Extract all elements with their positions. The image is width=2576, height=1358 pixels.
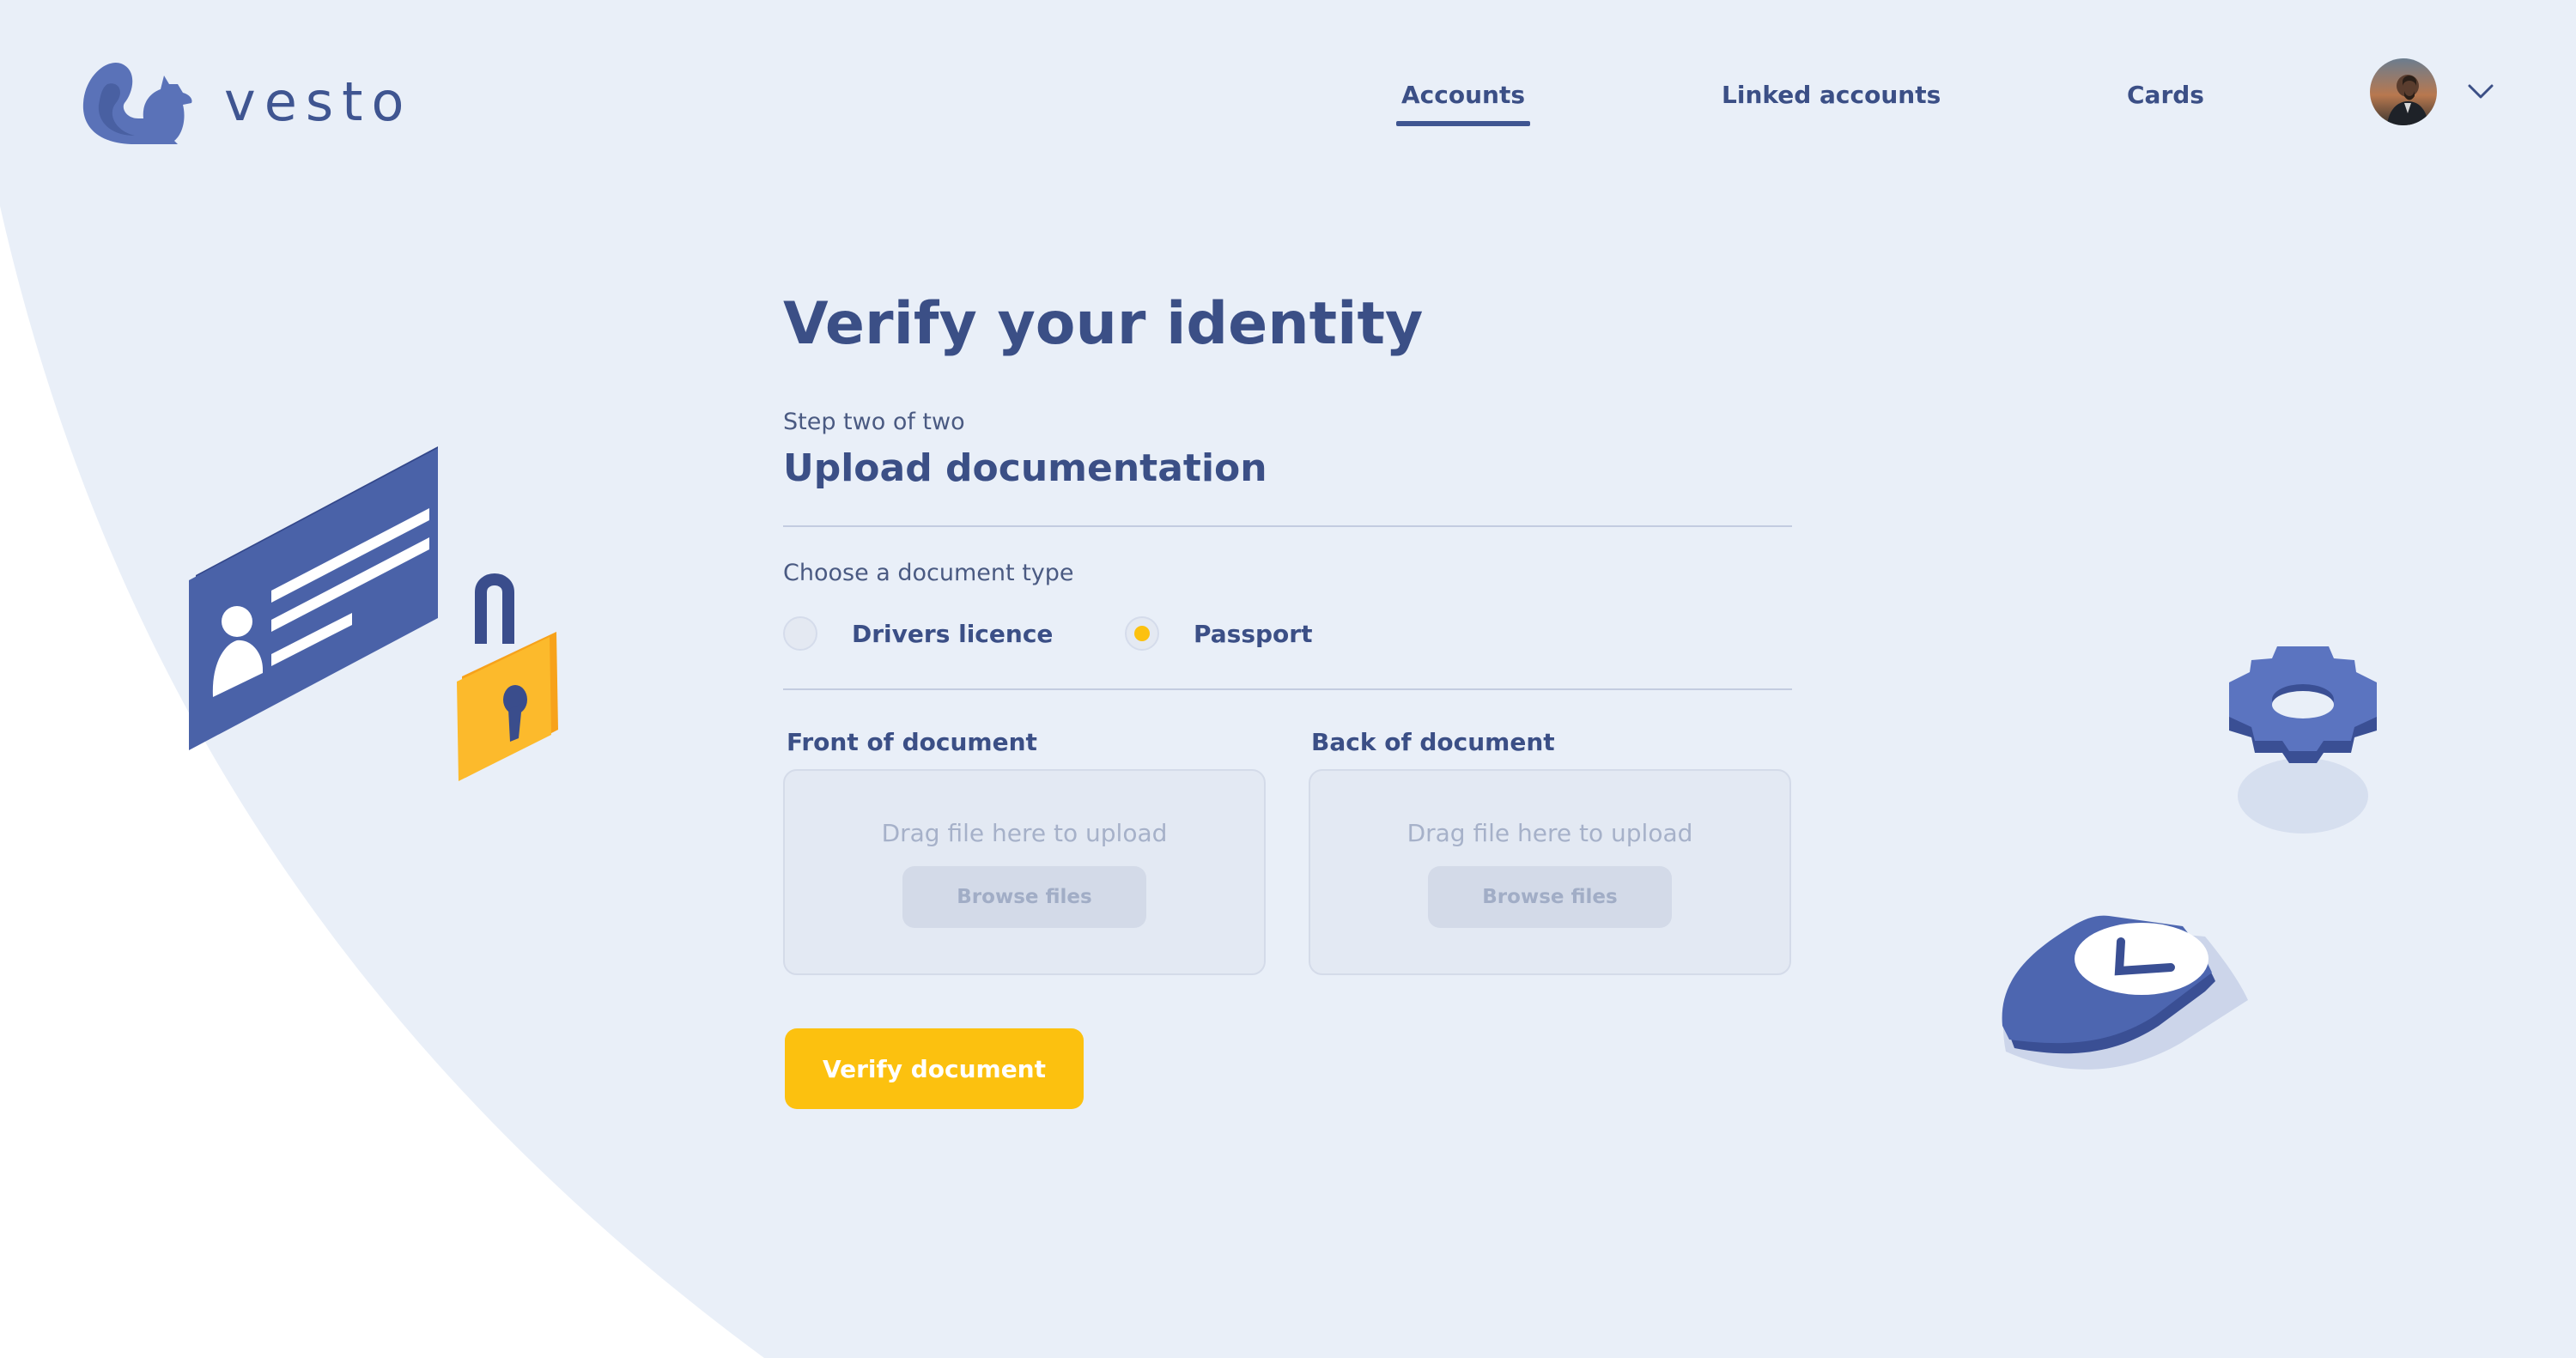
back-document-label: Back of document	[1311, 728, 1555, 756]
nav-cards[interactable]: Cards	[2127, 81, 2204, 109]
nav-linked-accounts[interactable]: Linked accounts	[1722, 81, 1941, 109]
squirrel-logo-icon	[82, 62, 192, 144]
radio-label: Drivers licence	[852, 619, 1054, 648]
radio-drivers-licence[interactable]: Drivers licence	[783, 616, 1053, 651]
user-menu[interactable]	[2370, 58, 2494, 125]
dropzone-hint: Drag file here to upload	[881, 819, 1168, 847]
id-card-lock-illustration	[189, 446, 558, 781]
brand-name: vesto	[224, 70, 413, 133]
gear-illustration	[2229, 646, 2377, 834]
document-type-label: Choose a document type	[783, 560, 1074, 586]
radio-label: Passport	[1194, 619, 1313, 648]
browse-files-button-back[interactable]: Browse files	[1428, 866, 1672, 928]
radio-button-selected[interactable]	[1125, 616, 1159, 651]
chevron-down-icon[interactable]	[2468, 84, 2494, 100]
divider	[783, 688, 1792, 690]
verify-document-button[interactable]: Verify document	[785, 1028, 1084, 1109]
radio-passport[interactable]: Passport	[1125, 616, 1312, 651]
step-indicator: Step two of two	[783, 409, 965, 435]
front-upload-dropzone[interactable]: Drag file here to upload Browse files	[783, 769, 1266, 975]
back-upload-dropzone[interactable]: Drag file here to upload Browse files	[1309, 769, 1791, 975]
avatar[interactable]	[2370, 58, 2437, 125]
dropzone-hint: Drag file here to upload	[1406, 819, 1693, 847]
brand-logo[interactable]: vesto	[82, 58, 412, 144]
divider	[783, 525, 1792, 527]
nav-accounts[interactable]: Accounts	[1395, 81, 1531, 126]
radio-button[interactable]	[783, 616, 817, 651]
section-title: Upload documentation	[783, 446, 1267, 490]
shield-clock-illustration	[2002, 915, 2248, 1070]
page-title: Verify your identity	[783, 290, 1424, 358]
front-document-label: Front of document	[787, 728, 1037, 756]
browse-files-button-front[interactable]: Browse files	[902, 866, 1146, 928]
